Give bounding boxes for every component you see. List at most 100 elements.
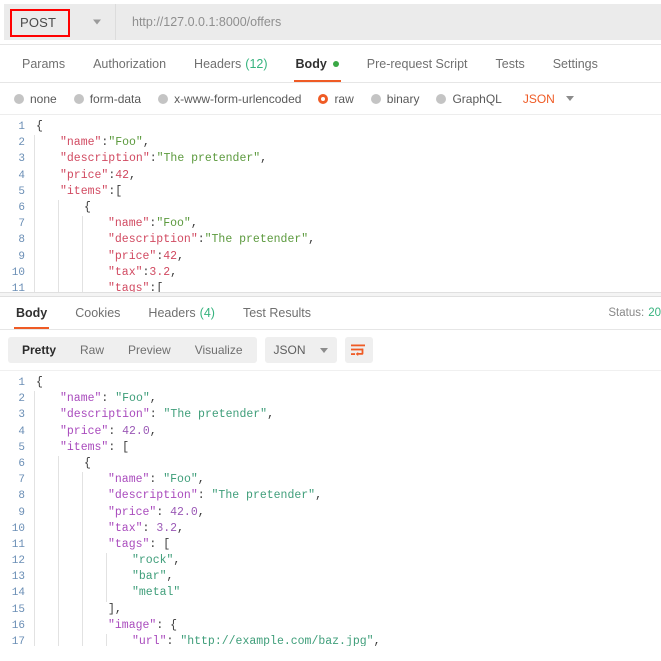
- code-text: "description":"The pretender",: [108, 233, 316, 247]
- code-line: 5 "items": [: [0, 439, 661, 456]
- line-number: 2: [18, 137, 25, 150]
- line-number: 10: [11, 522, 25, 535]
- response-tab-cookies[interactable]: Cookies: [61, 297, 134, 329]
- indent-guides: [34, 423, 58, 440]
- wrap-text-button[interactable]: [344, 337, 373, 363]
- response-tab-bar: Body Cookies Headers (4) Test Results St…: [0, 297, 661, 330]
- line-number: 11: [11, 538, 25, 551]
- indent-guides: [34, 504, 106, 521]
- code-text: "name": "Foo",: [108, 473, 205, 487]
- code-text: "description": "The pretender",: [60, 408, 274, 422]
- http-method-select[interactable]: POST: [4, 4, 116, 40]
- tab-authorization[interactable]: Authorization: [79, 45, 180, 82]
- body-type-none-label: none: [30, 91, 57, 106]
- line-number: 5: [18, 441, 25, 454]
- code-text: ],: [108, 602, 122, 616]
- indent-guides: [34, 183, 58, 200]
- response-tab-body[interactable]: Body: [2, 297, 61, 329]
- code-line: 17 "url": "http://example.com/baz.jpg",: [0, 634, 661, 646]
- code-line: 4 "price": 42.0,: [0, 423, 661, 440]
- response-body-viewer[interactable]: 1{2 "name": "Foo", 3 "description": "The pr…: [0, 371, 661, 646]
- body-type-graphql[interactable]: GraphQL: [436, 92, 502, 106]
- radio-icon: [14, 93, 24, 104]
- status-badge: Status: 20: [608, 297, 661, 329]
- status-value: 20: [648, 307, 661, 319]
- tab-settings[interactable]: Settings: [539, 45, 612, 82]
- view-mode-raw[interactable]: Raw: [68, 337, 116, 363]
- indent-guides: [34, 455, 82, 473]
- indent-guides: [34, 151, 58, 168]
- line-number: 2: [18, 393, 25, 406]
- tab-body[interactable]: Body: [282, 45, 353, 82]
- response-view-toolbar: Pretty Raw Preview Visualize JSON: [0, 330, 661, 371]
- body-type-binary-label: binary: [386, 91, 420, 106]
- tab-headers[interactable]: Headers (12): [180, 45, 281, 82]
- indent-guides: [34, 617, 106, 634]
- code-line: 8 "description":"The pretender",: [0, 232, 661, 249]
- indent-guides: [34, 232, 106, 249]
- indent-guides: [34, 248, 106, 265]
- postman-window: POST http://127.0.0.1:8000/offers Params…: [0, 0, 661, 661]
- code-line: 9 "price":42,: [0, 248, 661, 265]
- request-format-select[interactable]: JSON: [523, 92, 574, 106]
- line-number: 17: [11, 636, 25, 646]
- tab-settings-label: Settings: [552, 56, 598, 71]
- view-mode-visualize[interactable]: Visualize: [183, 337, 255, 363]
- body-type-form-data[interactable]: form-data: [73, 91, 142, 106]
- request-url-bar: POST http://127.0.0.1:8000/offers: [0, 0, 661, 45]
- line-number: 4: [18, 425, 25, 438]
- code-line: 11 "tags":[: [0, 280, 661, 292]
- code-line: 1{: [0, 375, 661, 391]
- line-number: 4: [18, 169, 25, 182]
- tab-params-label: Params: [22, 56, 66, 71]
- line-number: 1: [18, 121, 25, 133]
- code-line: 7 "name":"Foo",: [0, 216, 661, 233]
- body-type-raw[interactable]: raw: [318, 92, 354, 106]
- code-text: {: [36, 120, 43, 133]
- code-text: "price": 42.0,: [108, 505, 205, 519]
- code-text: "price": 42.0,: [60, 424, 157, 438]
- response-format-select[interactable]: JSON: [264, 337, 337, 363]
- indent-guides: [34, 634, 130, 646]
- code-text: "name":"Foo",: [108, 217, 198, 231]
- view-mode-preview[interactable]: Preview: [116, 337, 183, 363]
- request-url-input[interactable]: http://127.0.0.1:8000/offers: [116, 4, 661, 40]
- code-text: "name":"Foo",: [60, 136, 150, 150]
- body-type-urlencoded[interactable]: x-www-form-urlencoded: [158, 92, 301, 106]
- code-text: "description":"The pretender",: [60, 152, 268, 166]
- code-line: 2 "name": "Foo",: [0, 391, 661, 408]
- response-tab-test-results[interactable]: Test Results: [229, 297, 325, 329]
- code-line: 6{: [0, 455, 661, 473]
- line-number: 9: [18, 250, 25, 263]
- code-line: 1{: [0, 119, 661, 135]
- indent-guides: [34, 569, 130, 586]
- view-mode-pretty[interactable]: Pretty: [10, 337, 68, 363]
- tab-pre-request-script[interactable]: Pre-request Script: [353, 45, 482, 82]
- code-line: 9 "price": 42.0,: [0, 504, 661, 521]
- request-body-editor[interactable]: 1{2 "name":"Foo", 3 "description":"The pret…: [0, 115, 661, 292]
- indent-guides: [34, 167, 58, 184]
- code-text: {: [84, 456, 91, 470]
- body-type-none[interactable]: none: [14, 92, 57, 106]
- body-type-binary[interactable]: binary: [370, 91, 420, 106]
- code-line: 7 "name": "Foo",: [0, 472, 661, 489]
- body-type-form-data-label: form-data: [89, 91, 142, 106]
- response-tab-headers-label: Headers: [148, 306, 196, 320]
- line-number: 9: [18, 506, 25, 519]
- tab-headers-label: Headers: [194, 56, 242, 71]
- code-line: 10 "tax": 3.2,: [0, 520, 661, 537]
- http-method-label: POST: [20, 14, 57, 30]
- request-format-label: JSON: [522, 91, 555, 106]
- indent-guides: [34, 585, 130, 602]
- indent-guides: [34, 553, 130, 570]
- line-number: 16: [11, 619, 25, 632]
- indent-guides: [34, 199, 82, 217]
- code-line: 8 "description": "The pretender",: [0, 488, 661, 505]
- line-number: 6: [18, 201, 25, 214]
- code-line: 16 "image": {: [0, 617, 661, 634]
- tab-tests[interactable]: Tests: [482, 45, 539, 82]
- tab-params[interactable]: Params: [8, 45, 79, 82]
- line-number: 6: [18, 457, 25, 470]
- code-line: 15],: [0, 601, 661, 618]
- response-tab-headers[interactable]: Headers (4): [134, 297, 229, 329]
